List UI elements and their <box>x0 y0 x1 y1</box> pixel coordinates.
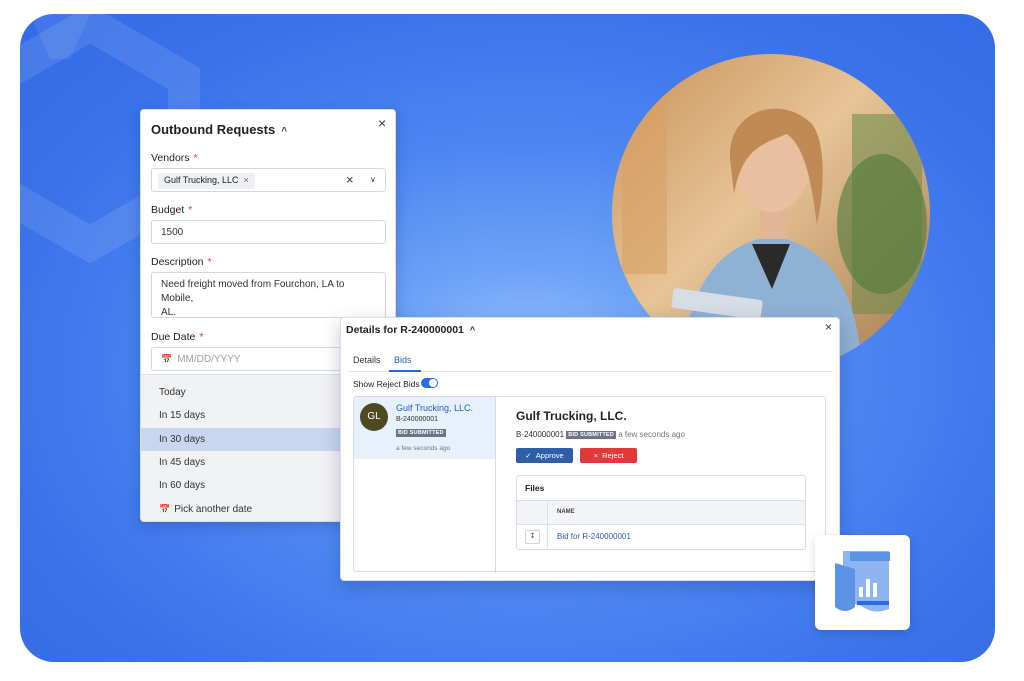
report-document-icon <box>815 535 910 630</box>
description-textarea[interactable]: Need freight moved from Fourchon, LA to … <box>151 272 386 318</box>
chevron-down-icon[interactable]: ∨ <box>370 175 376 184</box>
detail-time: a few seconds ago <box>618 430 685 439</box>
outbound-requests-title[interactable]: Outbound Requests ^ <box>151 122 287 137</box>
vendors-label: Vendors * <box>151 152 198 164</box>
bids-divider <box>495 397 496 573</box>
files-title: Files <box>525 483 545 493</box>
bid-time: a few seconds ago <box>396 445 451 452</box>
budget-input[interactable]: 1500 <box>151 220 386 244</box>
calendar-icon: 📅 <box>159 504 171 514</box>
due-date-label: Due Date * <box>151 331 203 343</box>
required-mark: * <box>188 204 193 216</box>
description-label-text: Description <box>151 256 204 268</box>
check-icon: ✓ <box>525 451 532 460</box>
status-badge: BID SUBMITTED <box>396 428 446 437</box>
description-line: Need freight moved from Fourchon, LA to … <box>161 279 345 304</box>
column-divider <box>547 501 548 526</box>
active-tab-indicator <box>389 370 421 372</box>
pick-another-date-label: Pick another date <box>174 504 253 515</box>
due-date-label-text: Due Date <box>151 331 196 343</box>
bar-chart-icon <box>835 551 890 612</box>
approve-button[interactable]: ✓ Approve <box>516 448 573 463</box>
chevron-up-icon[interactable]: ^ <box>470 325 475 335</box>
close-icon[interactable]: × <box>825 320 832 334</box>
detail-vendor-title: Gulf Trucking, LLC. <box>516 409 627 423</box>
hexagon-decoration-small <box>30 14 90 59</box>
close-icon: × <box>593 451 598 460</box>
vendor-chip-label: Gulf Trucking, LLC <box>164 175 239 185</box>
close-icon[interactable]: × <box>378 115 386 131</box>
vendors-label-text: Vendors <box>151 152 190 164</box>
column-divider <box>547 525 548 549</box>
tab-details[interactable]: Details <box>353 355 381 365</box>
file-link[interactable]: Bid for R-240000001 <box>557 532 631 541</box>
budget-label: Budget * <box>151 204 192 216</box>
show-reject-toggle[interactable] <box>421 378 438 388</box>
bid-details-panel: Details for R-240000001 ^ × Details Bids … <box>340 317 840 581</box>
outbound-requests-title-text: Outbound Requests <box>151 122 276 137</box>
status-badge: BID SUBMITTED <box>566 430 616 439</box>
approve-label: Approve <box>535 451 564 460</box>
show-reject-label: Show Reject Bids <box>353 379 420 389</box>
required-mark: * <box>193 152 198 164</box>
bid-list-item[interactable]: GL Gulf Trucking, LLC. B-240000001 BID S… <box>354 397 496 459</box>
due-date-placeholder: MM/DD/YYYY <box>177 354 241 365</box>
reject-label: Reject <box>602 451 624 460</box>
budget-value: 1500 <box>161 227 184 238</box>
chevron-up-icon[interactable]: ^ <box>281 126 287 137</box>
vendor-chip: Gulf Trucking, LLC × <box>158 173 255 189</box>
bid-id: B-240000001 <box>396 416 439 423</box>
files-header-row: NAME <box>517 500 805 526</box>
details-title-text: Details for R-240000001 <box>346 324 464 336</box>
bid-vendor-name[interactable]: Gulf Trucking, LLC. <box>396 403 473 413</box>
required-mark: * <box>207 256 212 268</box>
table-row: ↧ Bid for R-240000001 <box>517 525 805 549</box>
download-icon[interactable]: ↧ <box>525 530 540 544</box>
bids-container: GL Gulf Trucking, LLC. B-240000001 BID S… <box>353 396 826 573</box>
detail-meta: B-240000001 BID SUBMITTED a few seconds … <box>516 430 685 439</box>
bid-status-wrap: BID SUBMITTED <box>396 424 446 442</box>
reject-button[interactable]: × Reject <box>580 448 637 463</box>
details-title[interactable]: Details for R-240000001 ^ <box>346 324 475 336</box>
description-label: Description * <box>151 256 212 268</box>
detail-bid-id: B-240000001 <box>516 430 565 439</box>
chip-remove-icon[interactable]: × <box>244 175 249 185</box>
tab-divider <box>349 371 833 372</box>
clear-icon[interactable]: × <box>346 172 354 187</box>
required-mark: * <box>199 331 204 343</box>
files-table: Files NAME ↧ Bid for R-240000001 <box>516 475 806 550</box>
vendors-select[interactable]: Gulf Trucking, LLC × × ∨ <box>151 168 386 192</box>
avatar: GL <box>360 403 388 431</box>
calendar-icon: 📅 <box>161 354 173 364</box>
tab-bids[interactable]: Bids <box>394 355 412 365</box>
toggle-knob <box>429 379 437 387</box>
budget-label-text: Budget <box>151 204 185 216</box>
files-col-name: NAME <box>557 509 575 515</box>
